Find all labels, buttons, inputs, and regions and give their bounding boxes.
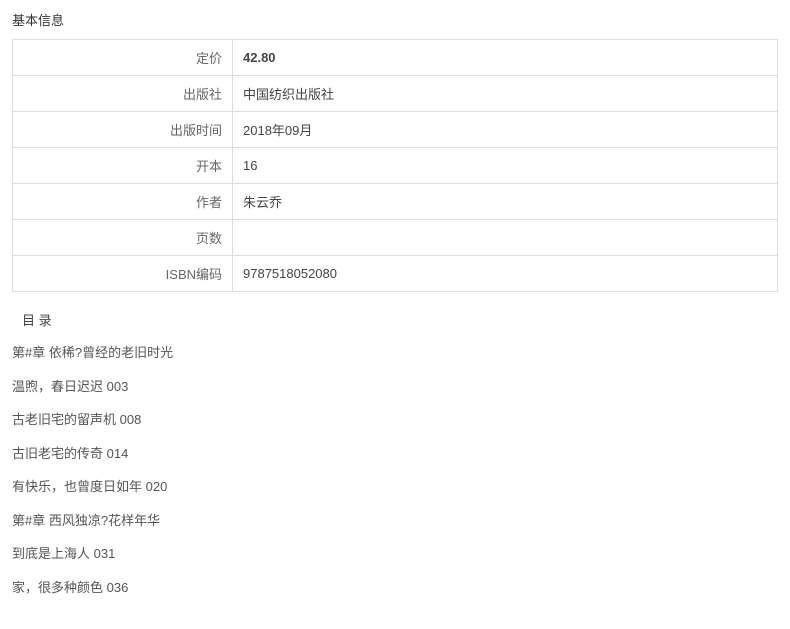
info-label: 作者: [13, 184, 233, 220]
info-value: 42.80: [233, 40, 778, 76]
table-row: ISBN编码9787518052080: [13, 256, 778, 292]
table-row: 出版时间2018年09月: [13, 112, 778, 148]
toc-line: 家，很多种颜色 036: [12, 578, 778, 598]
section-title-basic-info: 基本信息: [12, 10, 778, 29]
info-value: 2018年09月: [233, 112, 778, 148]
info-value: 朱云乔: [233, 184, 778, 220]
toc-line: 古旧老宅的传奇 014: [12, 444, 778, 464]
table-row: 开本16: [13, 148, 778, 184]
info-value: 16: [233, 148, 778, 184]
toc-lines: 第#章 依稀?曾经的老旧时光温煦，春日迟迟 003 古老旧宅的留声机 008 古旧老…: [12, 343, 778, 597]
info-value: 中国纺织出版社: [233, 76, 778, 112]
info-value: [233, 220, 778, 256]
toc-line: 第#章 西风独凉?花样年华: [12, 511, 778, 531]
info-label: 页数: [13, 220, 233, 256]
toc-title: 目 录: [12, 310, 778, 329]
info-table-body: 定价42.80出版社中国纺织出版社出版时间2018年09月开本16作者朱云乔页数…: [13, 40, 778, 292]
table-row: 定价42.80: [13, 40, 778, 76]
toc-line: 温煦，春日迟迟 003: [12, 377, 778, 397]
table-row: 作者朱云乔: [13, 184, 778, 220]
info-label: 出版时间: [13, 112, 233, 148]
toc-line: 到底是上海人 031: [12, 544, 778, 564]
toc-line: 古老旧宅的留声机 008: [12, 410, 778, 430]
info-table: 定价42.80出版社中国纺织出版社出版时间2018年09月开本16作者朱云乔页数…: [12, 39, 778, 292]
table-row: 页数: [13, 220, 778, 256]
info-label: 出版社: [13, 76, 233, 112]
info-label: ISBN编码: [13, 256, 233, 292]
info-label: 定价: [13, 40, 233, 76]
info-label: 开本: [13, 148, 233, 184]
info-value: 9787518052080: [233, 256, 778, 292]
toc-line: 第#章 依稀?曾经的老旧时光: [12, 343, 778, 363]
table-row: 出版社中国纺织出版社: [13, 76, 778, 112]
toc-line: 有快乐，也曾度日如年 020: [12, 477, 778, 497]
